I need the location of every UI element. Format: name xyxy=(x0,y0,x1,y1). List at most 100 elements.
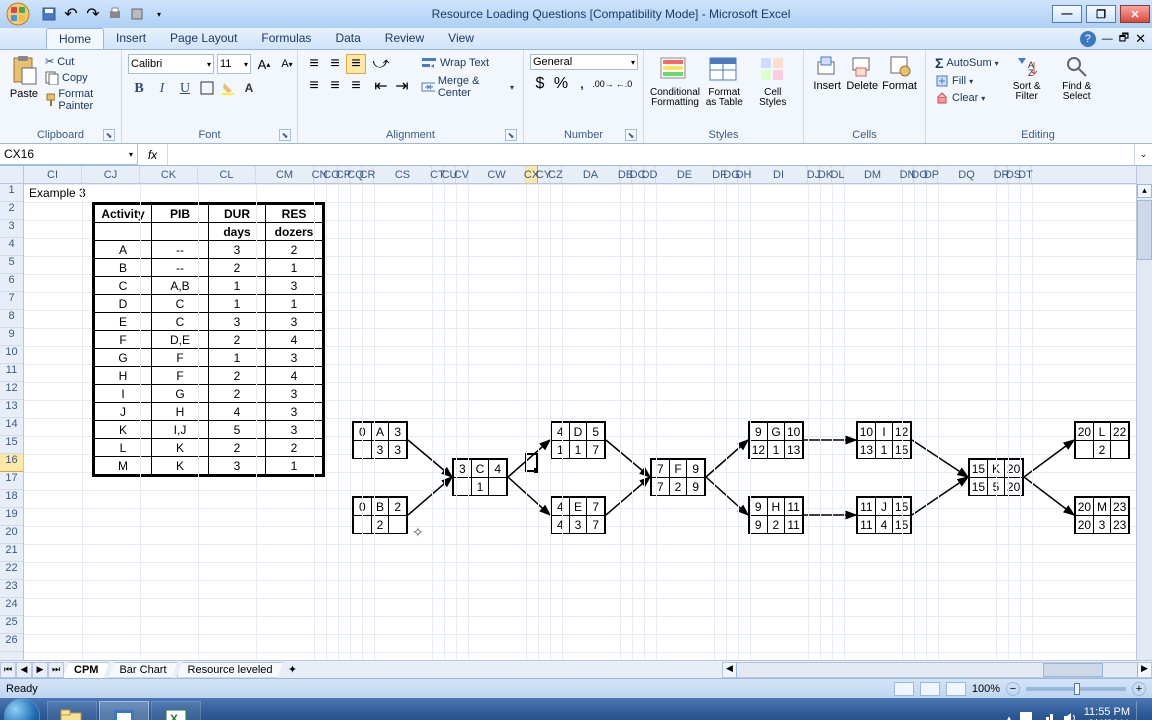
row-header[interactable]: 21 xyxy=(0,544,23,562)
column-header[interactable]: CR xyxy=(362,166,374,183)
comma-format-icon[interactable]: , xyxy=(572,74,592,94)
conditional-formatting-button[interactable]: Conditional Formatting xyxy=(650,52,700,110)
help-icon[interactable]: ? xyxy=(1080,31,1096,47)
format-as-table-button[interactable]: Format as Table xyxy=(700,52,749,110)
clipboard-launcher-icon[interactable]: ⬊ xyxy=(103,129,115,141)
grow-font-icon[interactable]: A▴ xyxy=(254,54,274,74)
format-cells-button[interactable]: Format xyxy=(880,52,919,94)
tab-page-layout[interactable]: Page Layout xyxy=(158,28,249,49)
row-header[interactable]: 8 xyxy=(0,310,23,328)
restore-window-icon[interactable]: 🗗 xyxy=(1119,29,1129,48)
redo-icon[interactable]: ↷ xyxy=(84,5,102,23)
print-preview-icon[interactable] xyxy=(106,5,124,23)
column-header[interactable]: CW xyxy=(468,166,526,183)
zoom-in-icon[interactable]: + xyxy=(1132,682,1146,696)
delete-cells-button[interactable]: Delete xyxy=(844,52,880,94)
horizontal-scroll-thumb[interactable] xyxy=(1043,663,1103,677)
page-layout-view-icon[interactable] xyxy=(920,682,940,696)
row-header[interactable]: 18 xyxy=(0,490,23,508)
number-format-dropdown[interactable]: General▾ xyxy=(530,54,638,70)
undo-icon[interactable]: ↶ xyxy=(62,5,80,23)
prev-sheet-icon[interactable]: ◀ xyxy=(16,662,32,678)
tab-view[interactable]: View xyxy=(436,28,486,49)
increase-indent-icon[interactable]: ⇥ xyxy=(392,76,412,96)
align-center-icon[interactable]: ≡ xyxy=(325,76,345,96)
row-header[interactable]: 11 xyxy=(0,364,23,382)
row-header[interactable]: 14 xyxy=(0,418,23,436)
align-left-icon[interactable]: ≡ xyxy=(304,76,324,96)
column-header[interactable]: CJ xyxy=(82,166,140,183)
column-header[interactable]: DM xyxy=(844,166,902,183)
volume-icon[interactable] xyxy=(1062,710,1078,720)
column-header[interactable]: DD xyxy=(644,166,656,183)
row-header[interactable]: 7 xyxy=(0,292,23,310)
column-header[interactable]: CV xyxy=(456,166,468,183)
top-align-icon[interactable]: ≡ xyxy=(304,54,324,74)
scroll-up-icon[interactable]: ▴ xyxy=(1137,184,1152,198)
row-header[interactable]: 2 xyxy=(0,202,23,220)
increase-decimal-icon[interactable]: .00→ xyxy=(593,74,613,94)
office-button[interactable] xyxy=(0,0,36,28)
row-header[interactable]: 17 xyxy=(0,472,23,490)
column-header[interactable]: CS xyxy=(374,166,432,183)
font-size-dropdown[interactable]: 11▾ xyxy=(217,54,251,74)
fx-icon[interactable]: fx xyxy=(138,144,168,165)
next-sheet-icon[interactable]: ▶ xyxy=(32,662,48,678)
tab-data[interactable]: Data xyxy=(323,28,372,49)
row-header[interactable]: 3 xyxy=(0,220,23,238)
column-header[interactable]: DT xyxy=(1020,166,1032,183)
column-header[interactable]: DL xyxy=(832,166,844,183)
autosum-button[interactable]: ΣAutoSum▾ xyxy=(932,54,1002,72)
zoom-thumb[interactable] xyxy=(1074,683,1080,695)
show-desktop-button[interactable] xyxy=(1136,701,1144,720)
save-icon[interactable] xyxy=(40,5,58,23)
row-header[interactable]: 16 xyxy=(0,454,23,472)
sheet-tab-resource-leveled[interactable]: Resource leveled xyxy=(177,662,284,678)
cell-styles-button[interactable]: Cell Styles xyxy=(749,52,798,110)
sort-filter-button[interactable]: AZSort & Filter xyxy=(1002,52,1052,104)
merge-center-button[interactable]: Merge & Center▾ xyxy=(418,74,517,100)
sheet-tab-cpm[interactable]: CPM xyxy=(63,662,109,678)
clock[interactable]: 11:55 PM 2/4/2011 xyxy=(1084,706,1130,720)
quick-print-icon[interactable] xyxy=(128,5,146,23)
column-header[interactable]: DH xyxy=(738,166,750,183)
normal-view-icon[interactable] xyxy=(894,682,914,696)
row-header[interactable]: 24 xyxy=(0,598,23,616)
number-launcher-icon[interactable]: ⬊ xyxy=(625,129,637,141)
row-header[interactable]: 22 xyxy=(0,562,23,580)
tab-insert[interactable]: Insert xyxy=(104,28,158,49)
horizontal-scrollbar[interactable]: ◀ ▶ xyxy=(722,662,1152,678)
column-header[interactable]: DE xyxy=(656,166,714,183)
last-sheet-icon[interactable]: ⏭ xyxy=(48,662,64,678)
percent-format-icon[interactable]: % xyxy=(551,74,571,94)
insert-cells-button[interactable]: Insert xyxy=(810,52,844,94)
taskbar-app-1[interactable] xyxy=(99,701,149,720)
column-header[interactable]: DP xyxy=(926,166,938,183)
scroll-left-icon[interactable]: ◀ xyxy=(723,663,737,677)
action-center-icon[interactable] xyxy=(1018,710,1034,720)
bottom-align-icon[interactable]: ≡ xyxy=(346,54,366,74)
row-header[interactable]: 10 xyxy=(0,346,23,364)
find-select-button[interactable]: Find & Select xyxy=(1052,52,1102,104)
underline-button[interactable]: U xyxy=(174,78,196,100)
orientation-icon[interactable]: ⤻ xyxy=(371,54,391,74)
row-header[interactable]: 20 xyxy=(0,526,23,544)
column-header[interactable]: CZ xyxy=(550,166,562,183)
name-box[interactable]: CX16▾ xyxy=(0,144,138,165)
vertical-scrollbar[interactable]: ▴ xyxy=(1136,166,1152,660)
row-header[interactable]: 1 xyxy=(0,184,23,202)
zoom-level[interactable]: 100% xyxy=(972,683,1000,695)
font-color-button[interactable]: A xyxy=(239,78,259,98)
column-header[interactable]: DQ xyxy=(938,166,996,183)
row-header[interactable]: 13 xyxy=(0,400,23,418)
column-header[interactable]: CI xyxy=(24,166,82,183)
alignment-launcher-icon[interactable]: ⬊ xyxy=(505,129,517,141)
fill-color-button[interactable] xyxy=(218,78,238,98)
minimize-button[interactable]: — xyxy=(1052,5,1082,23)
font-launcher-icon[interactable]: ⬊ xyxy=(279,129,291,141)
decrease-indent-icon[interactable]: ⇤ xyxy=(371,76,391,96)
tab-home[interactable]: Home xyxy=(46,28,104,49)
tab-review[interactable]: Review xyxy=(373,28,436,49)
column-header[interactable]: DA xyxy=(562,166,620,183)
network-icon[interactable] xyxy=(1040,710,1056,720)
